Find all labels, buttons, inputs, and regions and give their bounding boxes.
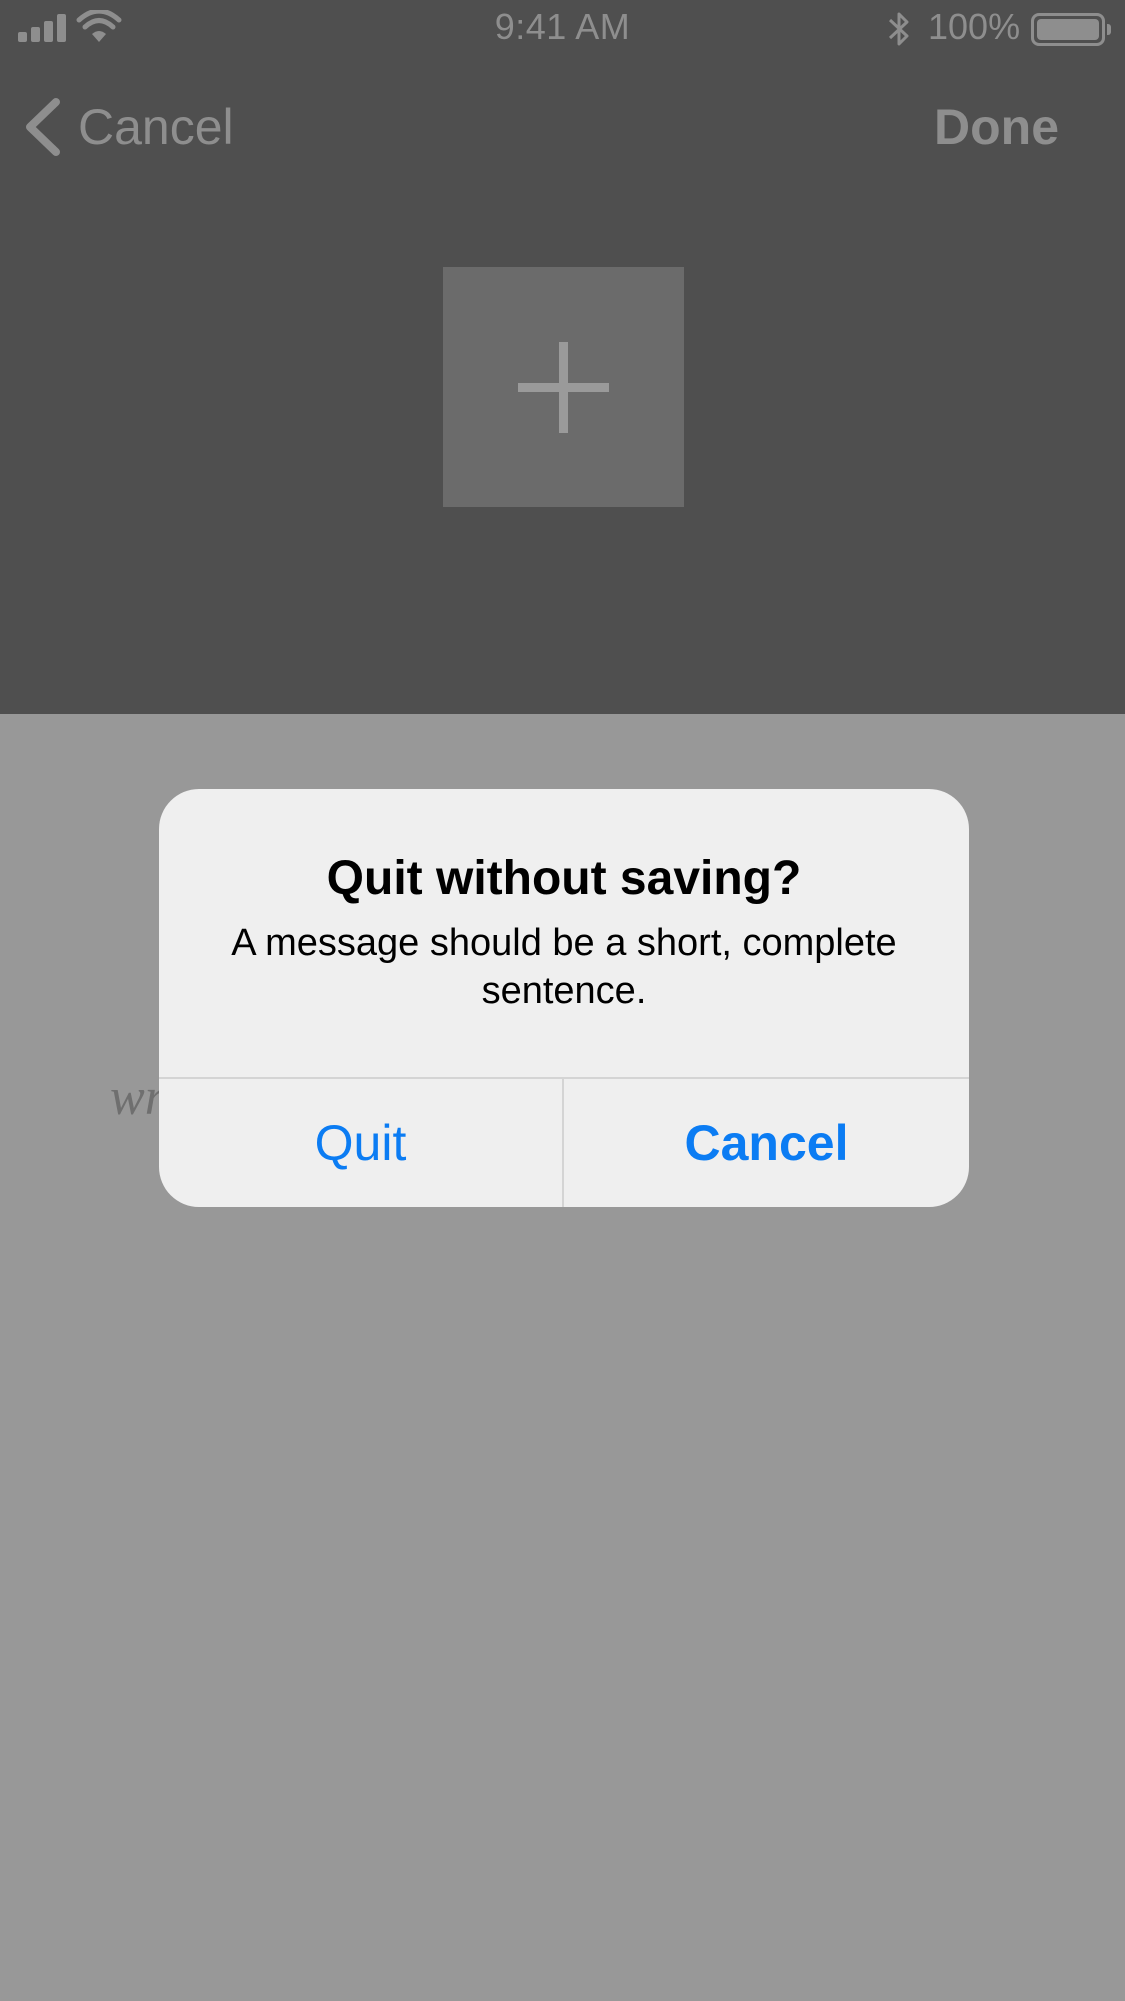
status-bar: 9:41 AM 100% — [0, 0, 1125, 60]
header-region: 9:41 AM 100% Cancel Done — [0, 0, 1125, 714]
bluetooth-icon — [888, 12, 909, 46]
alert-dialog: Quit without saving? A message should be… — [159, 789, 969, 1207]
battery-percent: 100% — [928, 6, 1021, 47]
add-photo-button[interactable] — [443, 267, 684, 507]
cancel-button[interactable]: Cancel — [564, 1079, 969, 1207]
plus-icon — [518, 342, 609, 433]
quit-button[interactable]: Quit — [159, 1079, 562, 1207]
back-button-label: Cancel — [78, 99, 234, 155]
alert-message: A message should be a short, complete se… — [231, 922, 897, 1012]
chevron-left-icon — [26, 98, 60, 156]
battery-icon — [1031, 13, 1111, 46]
background-placeholder-text: wr — [110, 1069, 165, 1126]
done-button[interactable]: Done — [934, 92, 1059, 162]
alert-title: Quit without saving? — [326, 852, 802, 905]
back-button[interactable]: Cancel — [20, 92, 234, 162]
